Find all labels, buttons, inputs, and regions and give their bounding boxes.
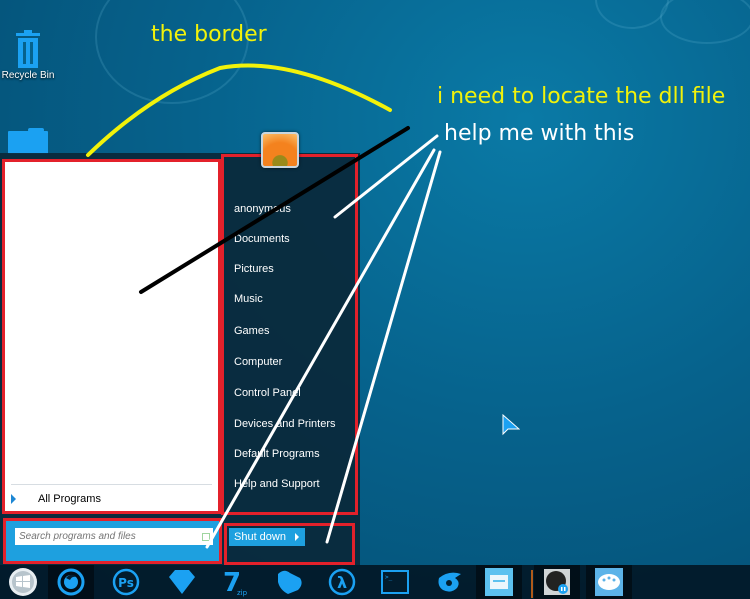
- taskbar-separator: [531, 570, 533, 598]
- svg-text:>_: >_: [385, 574, 393, 581]
- palette-icon: [595, 568, 623, 596]
- photoshop-icon: Ps: [112, 568, 140, 596]
- taskbar-7zip[interactable]: 7 zip: [211, 565, 257, 599]
- shutdown-label: Shut down: [234, 531, 286, 543]
- annotation-border: the border: [151, 22, 267, 47]
- start-item-documents[interactable]: Documents: [234, 233, 290, 245]
- taskbar-firefox[interactable]: [48, 565, 94, 599]
- taskbar: Ps 7 zip λ >_: [0, 565, 750, 599]
- start-item-control-panel[interactable]: Control Panel: [234, 387, 301, 399]
- wallpaper-flower: [595, 0, 669, 29]
- taskbar-half-life[interactable]: λ: [319, 565, 365, 599]
- arrow-right-icon: [11, 494, 16, 504]
- programs-pane: All Programs: [2, 159, 221, 514]
- taskbar-file-explorer[interactable]: [476, 565, 522, 599]
- annotation-help: help me with this: [444, 121, 635, 146]
- start-item-music[interactable]: Music: [234, 293, 263, 305]
- terminal-icon: >_: [381, 570, 409, 594]
- taskbar-sketch[interactable]: [159, 565, 205, 599]
- start-item-user[interactable]: anonymous: [234, 203, 291, 215]
- divider: [11, 484, 212, 485]
- start-item-devices-printers[interactable]: Devices and Printers: [234, 418, 336, 430]
- start-item-default-programs[interactable]: Default Programs: [234, 448, 320, 460]
- search-input[interactable]: [15, 528, 213, 545]
- diamond-icon: [169, 570, 195, 594]
- mouse-cursor-icon: [502, 414, 520, 436]
- folder-icon: [485, 568, 513, 596]
- all-programs-button[interactable]: All Programs: [11, 490, 101, 508]
- firefox-icon: [57, 568, 85, 596]
- desktop-icon-recycle-bin[interactable]: Recycle Bin: [0, 30, 56, 81]
- windows-logo-icon: [9, 568, 37, 596]
- half-life-icon: λ: [328, 568, 356, 596]
- user-avatar[interactable]: [261, 132, 299, 168]
- annotation-dll: i need to locate the dll file: [437, 84, 726, 109]
- gamepad-icon: [278, 570, 302, 594]
- taskbar-paint[interactable]: [586, 565, 632, 599]
- start-button[interactable]: [0, 565, 46, 599]
- search-box-frame: [3, 518, 222, 564]
- start-item-computer[interactable]: Computer: [234, 356, 282, 368]
- taskbar-garena[interactable]: [427, 565, 473, 599]
- wallpaper-swirl: [95, 0, 249, 104]
- shutdown-options-arrow-icon[interactable]: [295, 533, 299, 541]
- wallpaper-flower: [660, 0, 750, 44]
- garena-icon: [438, 572, 461, 592]
- svg-text:zip: zip: [237, 589, 248, 597]
- folder-icon: [8, 128, 48, 154]
- all-programs-label: All Programs: [38, 493, 101, 505]
- itunes-icon: [544, 569, 570, 595]
- desktop-icon-label: Recycle Bin: [1, 70, 55, 81]
- svg-text:Ps: Ps: [118, 576, 134, 590]
- start-item-pictures[interactable]: Pictures: [234, 263, 274, 275]
- shutdown-button[interactable]: Shut down: [229, 528, 305, 546]
- svg-text:λ: λ: [337, 573, 347, 592]
- taskbar-itunes[interactable]: [534, 565, 580, 599]
- shutdown-frame: Shut down: [224, 523, 355, 565]
- search-icon[interactable]: [202, 533, 210, 541]
- start-item-help-support[interactable]: Help and Support: [234, 478, 320, 490]
- places-pane: anonymous Documents Pictures Music Games…: [221, 154, 358, 515]
- taskbar-photoshop[interactable]: Ps: [103, 565, 149, 599]
- recycle-bin-icon: [16, 30, 40, 68]
- start-menu: All Programs anonymous Documents Picture…: [0, 153, 360, 565]
- 7zip-icon: 7 zip: [223, 568, 248, 597]
- start-item-games[interactable]: Games: [234, 325, 269, 337]
- taskbar-game[interactable]: [266, 565, 312, 599]
- taskbar-command-prompt[interactable]: >_: [372, 565, 418, 599]
